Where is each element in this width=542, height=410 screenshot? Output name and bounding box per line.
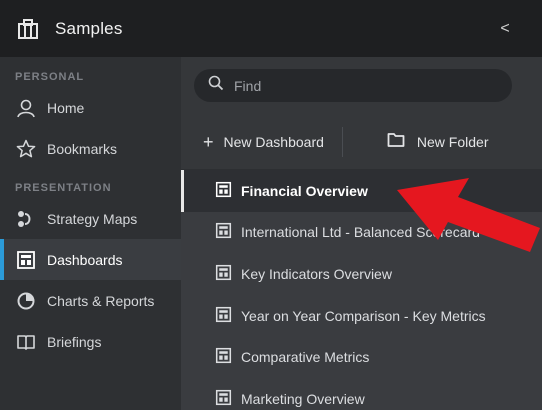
text-fade: [482, 211, 542, 254]
sidebar-item-charts-reports[interactable]: Charts & Reports: [0, 280, 181, 321]
list-item[interactable]: Comparative Metrics: [181, 336, 542, 378]
dashboard-icon: [215, 264, 232, 284]
list-item-label: Year on Year Comparison - Key Metrics: [241, 307, 486, 324]
dashboard-icon: [16, 250, 36, 270]
pie-chart-icon: [16, 291, 36, 311]
dashboard-icon: [215, 222, 232, 242]
list-item-label: Comparative Metrics: [241, 349, 370, 366]
list-item-label: Key Indicators Overview: [241, 265, 392, 282]
sidebar-item-home[interactable]: Home: [0, 87, 181, 128]
list-item[interactable]: Marketing Overview: [181, 378, 542, 410]
sidebar-item-briefings[interactable]: Briefings: [0, 321, 181, 362]
sidebar-item-label: Strategy Maps: [47, 210, 138, 227]
new-folder-label: New Folder: [416, 133, 489, 150]
list-item[interactable]: Key Indicators Overview: [181, 253, 542, 295]
search-icon: [208, 75, 224, 96]
toolbar-divider: [341, 126, 343, 157]
list-item-label: International Ltd - Balanced Scorecard: [241, 224, 480, 241]
new-dashboard-label: New Dashboard: [223, 133, 324, 150]
main-panel: + New Dashboard New Folder Financial Ove…: [181, 57, 542, 410]
sidebar-item-dashboards[interactable]: Dashboards: [0, 239, 181, 280]
search-bar: [181, 57, 542, 114]
plus-icon: +: [203, 131, 214, 152]
new-dashboard-button[interactable]: + New Dashboard: [203, 133, 324, 151]
search-input[interactable]: [234, 77, 474, 94]
list-item-label: Financial Overview: [241, 182, 368, 199]
search-box[interactable]: [194, 69, 512, 102]
toolbar: + New Dashboard New Folder: [181, 114, 542, 170]
app-title: Samples: [55, 18, 123, 38]
strategy-map-icon: [16, 209, 36, 229]
new-folder-button[interactable]: New Folder: [387, 132, 489, 151]
briefcase-icon: [17, 18, 39, 40]
dashboard-icon: [215, 306, 232, 326]
person-icon: [16, 98, 36, 118]
app-header: Samples <: [0, 0, 542, 57]
sidebar-item-label: Briefings: [47, 333, 102, 350]
list-item[interactable]: Year on Year Comparison - Key Metrics: [181, 294, 542, 337]
section-title-presentation: PRESENTATION: [15, 182, 112, 194]
sidebar-item-bookmarks[interactable]: Bookmarks: [0, 128, 181, 169]
dashboard-icon: [215, 389, 232, 409]
dashboard-icon: [215, 181, 232, 201]
sidebar-item-strategy-maps[interactable]: Strategy Maps: [0, 198, 181, 239]
collapse-sidebar-button[interactable]: <: [498, 20, 512, 38]
list-item[interactable]: International Ltd - Balanced Scorecard: [181, 211, 542, 254]
book-icon: [16, 332, 36, 352]
list-item-label: Marketing Overview: [241, 390, 365, 407]
dashboard-list: Financial Overview International Ltd - B…: [181, 170, 542, 410]
sidebar-item-label: Charts & Reports: [47, 292, 155, 309]
dashboard-icon: [215, 347, 232, 367]
sidebar-item-label: Dashboards: [47, 251, 123, 268]
sidebar-item-label: Bookmarks: [47, 140, 118, 157]
section-title-personal: PERSONAL: [15, 71, 85, 83]
sidebar: PERSONAL Home Bookmarks PRESENTATION Str…: [0, 57, 181, 410]
folder-icon: [387, 132, 405, 151]
list-item[interactable]: Financial Overview: [181, 170, 542, 212]
star-icon: [16, 139, 36, 159]
sidebar-item-label: Home: [47, 99, 85, 116]
text-fade: [482, 294, 542, 337]
